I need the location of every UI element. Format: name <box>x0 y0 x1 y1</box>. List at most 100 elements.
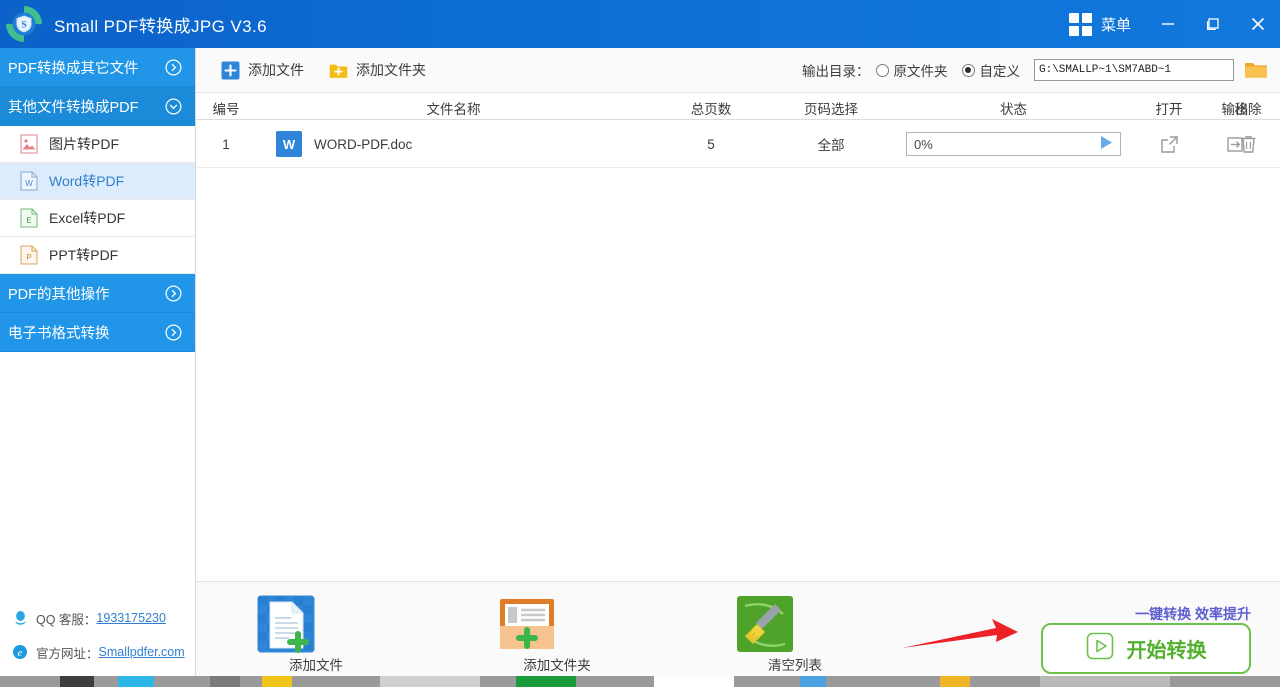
svg-text:E: E <box>26 216 31 225</box>
qq-support-row: QQ 客服： 1933175230 <box>0 601 196 635</box>
sidebar-item-label: 图片转PDF <box>49 134 119 154</box>
os-taskbar[interactable] <box>0 676 1280 687</box>
output-directory-label: 输出目录： <box>802 60 870 80</box>
radio-custom-folder[interactable]: 自定义 <box>962 60 1021 80</box>
row-page-selection[interactable]: 全部 <box>771 120 891 168</box>
add-folder-large-icon <box>497 594 617 654</box>
add-file-icon <box>221 61 240 80</box>
website-label: 官方网址： <box>36 643 99 662</box>
progress-bar[interactable]: 0% <box>906 132 1121 156</box>
taskbar-icon[interactable] <box>654 676 734 687</box>
start-convert-button[interactable]: 开始转换 <box>1041 623 1251 674</box>
output-directory-group: 输出目录： 原文件夹 自定义 G:\SMALLP~1\SM7ABD~1 <box>802 59 1280 81</box>
qq-penguin-icon <box>10 610 30 626</box>
output-path-input[interactable]: G:\SMALLP~1\SM7ABD~1 <box>1034 59 1234 81</box>
sidebar-item-word-to-pdf[interactable]: W Word转PDF <box>0 163 195 200</box>
add-folder-button[interactable]: 添加文件夹 <box>329 60 426 80</box>
column-header-open: 打开 <box>1136 98 1202 118</box>
file-table: 编号 文件名称 总页数 页码选择 状态 打开 输出 移除 1 W WORD-PD… <box>196 93 1280 581</box>
chevron-right-icon <box>165 285 182 302</box>
taskbar-icon[interactable] <box>210 676 240 687</box>
bottom-clear-list-button[interactable]: 清空列表 <box>735 594 855 675</box>
column-header-status: 状态 <box>891 98 1136 118</box>
add-folder-icon <box>329 61 348 80</box>
start-convert-label: 开始转换 <box>1127 634 1207 663</box>
row-open-cell <box>1136 120 1202 168</box>
red-arrow-icon <box>900 615 1020 660</box>
sidebar-item-ppt-to-pdf[interactable]: P PPT转PDF <box>0 237 195 274</box>
taskbar-icon[interactable] <box>800 676 826 687</box>
sidebar-group-pdf-to-other[interactable]: PDF转换成其它文件 <box>0 48 195 87</box>
radio-dot-off <box>876 64 889 77</box>
bottom-toolbar: 添加文件 添加文件夹 <box>196 581 1280 679</box>
bottom-add-folder-label: 添加文件夹 <box>523 658 591 673</box>
radio-source-folder[interactable]: 原文件夹 <box>876 60 948 80</box>
title-bar: S Small PDF转换成JPG V3.6 菜单 <box>0 0 1280 48</box>
chevron-down-icon <box>165 98 182 115</box>
sidebar-item-excel-to-pdf[interactable]: E Excel转PDF <box>0 200 195 237</box>
bottom-add-folder-button[interactable]: 添加文件夹 <box>497 594 617 675</box>
add-file-large-icon <box>256 594 376 654</box>
browse-folder-button[interactable] <box>1244 60 1268 80</box>
radio-dot-on <box>962 64 975 77</box>
minimize-button[interactable] <box>1145 0 1190 48</box>
taskbar-icon[interactable] <box>940 676 970 687</box>
sidebar-group-label: 电子书格式转换 <box>8 322 110 343</box>
play-triangle-icon[interactable] <box>1100 135 1113 153</box>
taskbar-icon[interactable] <box>60 676 94 687</box>
ppt-file-icon: P <box>20 245 38 265</box>
bottom-add-file-button[interactable]: 添加文件 <box>256 594 376 675</box>
row-index: 1 <box>196 120 256 168</box>
broom-clear-icon <box>735 594 855 654</box>
play-circle-icon <box>1086 632 1114 665</box>
external-link-icon[interactable] <box>1160 135 1179 154</box>
excel-file-icon: E <box>20 208 38 228</box>
sidebar-group-other-to-pdf[interactable]: 其他文件转换成PDF <box>0 87 195 126</box>
website-row: e 官方网址： Smallpdfer.com <box>0 635 196 669</box>
word-file-icon: W <box>20 171 38 191</box>
folder-icon <box>1244 60 1268 80</box>
slogan-text: 一键转换 效率提升 <box>1135 604 1251 624</box>
column-header-no: 编号 <box>196 98 256 118</box>
chevron-right-icon <box>165 59 182 76</box>
taskbar-icon[interactable] <box>262 676 292 687</box>
maximize-button[interactable] <box>1190 0 1235 48</box>
column-header-pages: 总页数 <box>651 98 771 118</box>
add-file-button[interactable]: 添加文件 <box>221 60 304 80</box>
window-controls: 菜单 <box>1055 0 1280 48</box>
sidebar-item-label: Word转PDF <box>49 171 124 191</box>
svg-text:P: P <box>26 253 31 262</box>
qq-support-label: QQ 客服： <box>36 609 96 628</box>
maximize-icon <box>1205 16 1221 32</box>
column-header-filename: 文件名称 <box>256 98 651 118</box>
grid-icon <box>1069 13 1092 36</box>
taskbar-icon[interactable] <box>516 676 576 687</box>
website-link[interactable]: Smallpdfer.com <box>99 645 185 659</box>
trash-icon[interactable] <box>1239 134 1258 154</box>
taskbar-icon[interactable] <box>1040 676 1170 687</box>
qq-number-link[interactable]: 1933175230 <box>96 611 166 625</box>
sidebar-group-pdf-other-ops[interactable]: PDF的其他操作 <box>0 274 195 313</box>
taskbar-icon[interactable] <box>118 676 154 687</box>
sidebar-item-image-to-pdf[interactable]: 图片转PDF <box>0 126 195 163</box>
contact-info: QQ 客服： 1933175230 e 官方网址： Smallpdfer.com <box>0 601 196 669</box>
sidebar-group-ebook-convert[interactable]: 电子书格式转换 <box>0 313 195 352</box>
column-header-pagesel: 页码选择 <box>771 98 891 118</box>
row-remove-cell <box>1216 120 1280 168</box>
table-row[interactable]: 1 W WORD-PDF.doc 5 全部 0% <box>196 120 1280 168</box>
progress-text: 0% <box>914 137 933 152</box>
column-header-remove: 移除 <box>1216 98 1280 118</box>
app-logo-icon: S <box>4 4 44 44</box>
row-status-cell: 0% <box>891 120 1136 168</box>
svg-text:S: S <box>21 21 26 31</box>
menu-button[interactable]: 菜单 <box>1055 0 1145 48</box>
sidebar: PDF转换成其它文件 其他文件转换成PDF 图片转PDF W Word转PDF <box>0 48 196 687</box>
word-doc-icon: W <box>276 131 302 157</box>
close-button[interactable] <box>1235 0 1280 48</box>
radio-source-folder-label: 原文件夹 <box>894 60 948 80</box>
image-file-icon <box>20 134 38 154</box>
close-icon <box>1249 15 1267 33</box>
taskbar-icon[interactable] <box>380 676 480 687</box>
svg-text:W: W <box>25 179 33 188</box>
table-header-row: 编号 文件名称 总页数 页码选择 状态 打开 输出 移除 <box>196 93 1280 120</box>
